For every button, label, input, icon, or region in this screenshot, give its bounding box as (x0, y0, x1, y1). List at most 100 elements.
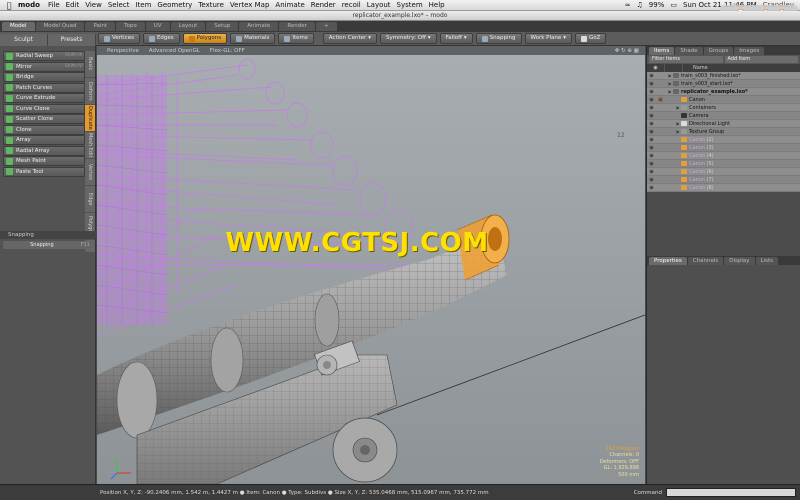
tool-patch-curves[interactable]: Patch Curves (3, 82, 85, 93)
visibility-eye-icon[interactable]: ◉ (647, 177, 656, 183)
tool-array[interactable]: Array (3, 135, 85, 145)
tab-model[interactable]: Model (2, 22, 35, 31)
vtab-vertex[interactable]: Vertex (85, 159, 95, 185)
item-row[interactable]: ◉ Canon (6) (647, 168, 800, 176)
item-row[interactable]: ◉ Canon (7) (647, 176, 800, 184)
item-row[interactable]: ◉ ▶ Texture Group (647, 128, 800, 136)
item-row[interactable]: ◉ Camera (647, 112, 800, 120)
visibility-eye-icon[interactable]: ◉ (647, 105, 656, 111)
flex-gl-toggle[interactable]: Flex-GL: OFF (210, 48, 245, 54)
item-row[interactable]: ◉ Canon (4) (647, 152, 800, 160)
menu-file[interactable]: File (48, 1, 66, 9)
app-menu[interactable]: modo (18, 1, 48, 9)
vtab-basic[interactable]: Basic (85, 51, 95, 77)
menu-layout[interactable]: Layout (367, 1, 397, 9)
tab-groups[interactable]: Groups (703, 47, 734, 55)
tool-bridge[interactable]: Bridge (3, 72, 85, 82)
visibility-eye-icon[interactable]: ◉ (647, 89, 656, 95)
menu-edit[interactable]: Edit (66, 1, 86, 9)
battery-percent[interactable]: 99% (649, 1, 665, 9)
wifi-icon[interactable]: ≈ (625, 1, 631, 9)
menu-geometry[interactable]: Geometry (157, 1, 198, 9)
tool-mirror[interactable]: Mirror Shift+V (3, 61, 85, 72)
visibility-eye-icon[interactable]: ◉ (647, 129, 656, 135)
vtab-deform[interactable]: Deform (85, 78, 95, 104)
tool-curve-extrude[interactable]: Curve Extrude (3, 93, 85, 103)
snapping-section-header[interactable]: Snapping (0, 231, 96, 239)
tab-layout[interactable]: Layout (170, 22, 206, 31)
visibility-eye-icon[interactable]: ◉ (647, 145, 656, 151)
visibility-eye-icon[interactable]: ◉ (647, 81, 656, 87)
menu-select[interactable]: Select (108, 1, 136, 9)
tool-clone[interactable]: Clone (3, 124, 85, 135)
item-row[interactable]: ◉ ▶ Containers (647, 104, 800, 112)
menu-item[interactable]: Item (135, 1, 157, 9)
item-row[interactable]: ◉ ▣ Canon (647, 96, 800, 104)
tab-paint[interactable]: Paint (85, 22, 116, 31)
snapping-button[interactable]: Snapping (475, 33, 522, 44)
tool-mesh-paint[interactable]: Mesh Paint (3, 156, 85, 166)
shading-dropdown[interactable]: Advanced OpenGL (149, 48, 200, 54)
menu-animate[interactable]: Animate (275, 1, 310, 9)
tool-radial-sweep[interactable]: Radial Sweep Shift+X (3, 51, 85, 61)
lock-icon[interactable]: ▣ (656, 97, 665, 103)
presets-button[interactable]: Presets (48, 34, 96, 46)
filter-items-dropdown[interactable]: Filter Items (649, 56, 723, 63)
item-row[interactable]: ◉ Canon (8) (647, 184, 800, 192)
tab-lists[interactable]: Lists (755, 257, 779, 265)
tab-uv[interactable]: UV (145, 22, 170, 31)
tool-scatter-clone[interactable]: Scatter Clone (3, 114, 85, 124)
volume-icon[interactable]: ♫ (637, 1, 643, 9)
tab-items[interactable]: Items (649, 47, 675, 55)
view-type-dropdown[interactable]: Perspective (107, 48, 139, 54)
tab-render[interactable]: Render (279, 22, 315, 31)
menu-texture[interactable]: Texture (198, 1, 230, 9)
item-row[interactable]: ◉ Canon (5) (647, 160, 800, 168)
scene-render[interactable]: 12 (97, 55, 645, 484)
polygons-mode-button[interactable]: Polygons (182, 33, 228, 44)
tab-images[interactable]: Images (734, 47, 765, 55)
add-tab-button[interactable]: + (315, 22, 337, 31)
menu-vertex-map[interactable]: Vertex Map (230, 1, 276, 9)
tool-paste-tool[interactable]: Paste Tool (3, 166, 85, 177)
menu-view[interactable]: View (85, 1, 108, 9)
add-item-dropdown[interactable]: Add Item (724, 56, 798, 63)
item-row[interactable]: ◉ Canon (3) (647, 144, 800, 152)
vertices-mode-button[interactable]: Vertices (98, 33, 140, 44)
3d-viewport[interactable]: Perspective Advanced OpenGL Flex-GL: OFF… (97, 46, 645, 484)
lock-column-icon[interactable] (665, 64, 683, 72)
edges-mode-button[interactable]: Edges (142, 33, 180, 44)
tab-channels[interactable]: Channels (687, 257, 724, 265)
visibility-column-icon[interactable]: ◉ (647, 64, 665, 72)
visibility-eye-icon[interactable]: ◉ (647, 185, 656, 191)
viewport-nav-icons[interactable]: ✥ ↻ ⊕ ▦ (615, 48, 645, 54)
symmetry-dropdown[interactable]: Symmetry: Off ▾ (380, 33, 437, 44)
work-plane-dropdown[interactable]: Work Plane ▾ (524, 33, 573, 44)
vtab-duplicate[interactable]: Duplicate (85, 105, 95, 131)
tab-animate[interactable]: Animate (239, 22, 279, 31)
apple-menu-icon[interactable]:  (0, 1, 18, 10)
menu-system[interactable]: System (397, 1, 429, 9)
visibility-eye-icon[interactable]: ◉ (647, 153, 656, 159)
menu-recoil[interactable]: recoil (342, 1, 367, 9)
item-row[interactable]: ◉ Canon (2) (647, 136, 800, 144)
visibility-eye-icon[interactable]: ◉ (647, 97, 656, 103)
item-row[interactable]: ◉ ▶ replicator_example.lxo* (647, 88, 800, 96)
visibility-eye-icon[interactable]: ◉ (647, 161, 656, 167)
tab-display[interactable]: Display (724, 257, 755, 265)
visibility-eye-icon[interactable]: ◉ (647, 137, 656, 143)
tab-shade[interactable]: Shade (675, 47, 703, 55)
action-center-dropdown[interactable]: Action Center ▾ (322, 33, 378, 44)
tool-curve-clone[interactable]: Curve Clone (3, 103, 85, 114)
falloff-dropdown[interactable]: Falloff ▾ (439, 33, 473, 44)
visibility-eye-icon[interactable]: ◉ (647, 121, 656, 127)
snapping-toggle[interactable]: Snapping F11 (3, 241, 93, 249)
tab-properties[interactable]: Properties (649, 257, 687, 265)
tool-radial-array[interactable]: Radial Array (3, 145, 85, 156)
menu-render[interactable]: Render (311, 1, 342, 9)
name-column-header[interactable]: Name (683, 64, 800, 72)
sculpt-button[interactable]: Sculpt (0, 34, 48, 46)
items-mode-button[interactable]: Items (278, 33, 314, 44)
tab-topo[interactable]: Topo (116, 22, 145, 31)
menu-help[interactable]: Help (429, 1, 451, 9)
